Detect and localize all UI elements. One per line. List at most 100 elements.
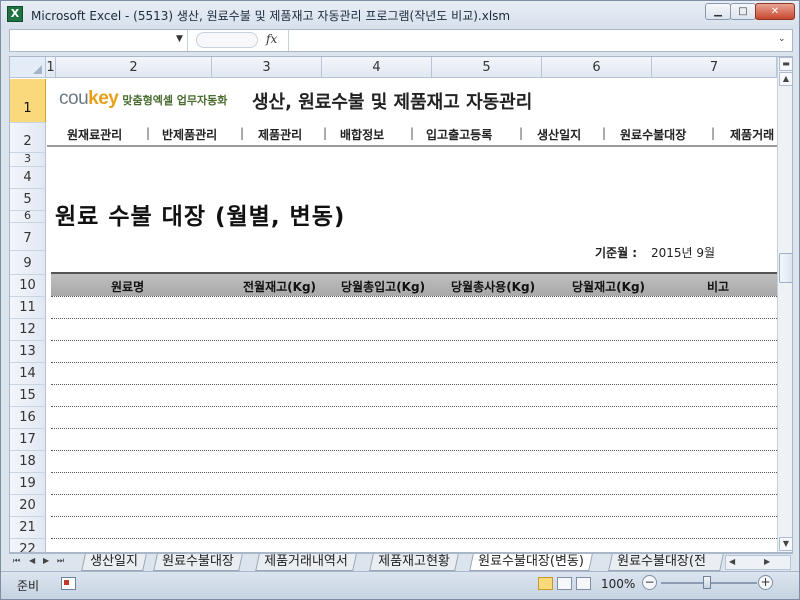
table-row[interactable] [51, 340, 777, 341]
nav-item-raw-materials[interactable]: 원재료관리 [67, 126, 122, 143]
ledger-table-header: 원료명 전월재고(Kg) 당월총입고(Kg) 당월총사용(Kg) 당월재고(Kg… [51, 272, 777, 296]
sheet-tab-material-ledger-prev[interactable]: 원료수불대장(전 [608, 554, 724, 571]
macro-record-icon[interactable] [61, 577, 76, 590]
base-month-value[interactable]: 2015년 9월 [651, 244, 715, 261]
table-row[interactable] [51, 494, 777, 495]
scroll-thumb[interactable] [779, 253, 792, 283]
row-header[interactable]: 18 [10, 451, 46, 473]
table-row[interactable] [51, 538, 777, 539]
select-all-corner[interactable] [10, 57, 46, 78]
worksheet-grid[interactable]: 1 2 3 4 5 6 7 1 2 3 4 5 6 7 9 10 11 12 1… [9, 56, 793, 553]
nav-item-in-out-register[interactable]: 입고출고등록 [426, 126, 492, 143]
normal-view-icon[interactable] [538, 577, 553, 590]
row-header[interactable]: 7 [10, 223, 46, 251]
zoom-in-button[interactable]: + [758, 575, 773, 590]
scroll-down-icon[interactable]: ▼ [779, 537, 792, 551]
minimize-button[interactable]: ▁ [705, 3, 731, 20]
nav-menu: 원재료관리 | 반제품관리 | 제품관리 | 배합정보 | 입고출고등록 | 생… [47, 123, 777, 147]
row-header[interactable]: 21 [10, 517, 46, 539]
nav-item-semi-products[interactable]: 반제품관리 [162, 126, 217, 143]
table-row[interactable] [51, 318, 777, 319]
zoom-level[interactable]: 100% [601, 577, 635, 591]
split-handle-icon[interactable]: ▬ [779, 57, 792, 71]
sheet-tab-product-stock[interactable]: 제품재고현황 [369, 554, 459, 571]
nav-item-product-trade[interactable]: 제품거래 [730, 126, 774, 143]
col-material-name: 원료명 [111, 280, 145, 294]
table-row[interactable] [51, 296, 777, 297]
row-header[interactable]: 14 [10, 363, 46, 385]
chevron-down-icon[interactable]: ▼ [176, 34, 183, 44]
row-header[interactable]: 1 [10, 79, 46, 123]
formula-bar: ▼ fx ⌄ [9, 29, 793, 52]
last-sheet-icon[interactable]: ⏭ [57, 556, 64, 566]
expand-formula-icon[interactable]: ⌄ [778, 34, 786, 44]
formula-controls [196, 32, 258, 48]
row-header[interactable]: 6 [10, 210, 46, 223]
brand-subtitle: 맞춤형엑셀 업무자동화 [122, 94, 228, 107]
row-header[interactable]: 3 [10, 153, 46, 167]
table-row[interactable] [51, 384, 777, 385]
column-header[interactable]: 4 [322, 57, 432, 78]
sheet-tab-material-ledger[interactable]: 원료수불대장 [153, 554, 243, 571]
nav-item-production-log[interactable]: 생산일지 [537, 126, 581, 143]
row-header[interactable]: 10 [10, 275, 46, 297]
sheet-content: coukey 맞춤형엑셀 업무자동화 생산, 원료수불 및 제품재고 자동관리 원… [47, 79, 777, 552]
table-row[interactable] [51, 472, 777, 473]
row-header[interactable]: 20 [10, 495, 46, 517]
table-row[interactable] [51, 428, 777, 429]
scroll-left-icon[interactable]: ◀ [729, 557, 735, 566]
table-row[interactable] [51, 362, 777, 363]
brand-logo: coukey 맞춤형엑셀 업무자동화 [59, 88, 227, 110]
column-header[interactable]: 7 [652, 57, 777, 78]
row-header[interactable]: 19 [10, 473, 46, 495]
row-header[interactable]: 16 [10, 407, 46, 429]
nav-separator: | [711, 126, 716, 140]
scroll-up-icon[interactable]: ▲ [779, 72, 792, 86]
sheet-tab-material-ledger-change[interactable]: 원료수불대장(변동) [469, 554, 593, 571]
column-header[interactable]: 2 [56, 57, 212, 78]
table-row[interactable] [51, 516, 777, 517]
column-header[interactable]: 1 [46, 57, 56, 78]
formula-input[interactable] [288, 30, 776, 51]
excel-icon[interactable]: X [7, 6, 23, 22]
column-header[interactable]: 5 [432, 57, 542, 78]
page-break-view-icon[interactable] [576, 577, 591, 590]
row-header[interactable]: 13 [10, 341, 46, 363]
row-header[interactable]: 11 [10, 297, 46, 319]
zoom-slider-thumb[interactable] [703, 576, 711, 589]
row-header[interactable]: 2 [10, 123, 46, 153]
row-header[interactable]: 9 [10, 251, 46, 275]
row-header[interactable]: 17 [10, 429, 46, 451]
table-row[interactable] [51, 406, 777, 407]
row-header[interactable]: 22 [10, 539, 46, 552]
maximize-button[interactable]: □ [730, 3, 756, 20]
nav-item-material-ledger[interactable]: 원료수불대장 [620, 126, 686, 143]
sheet-tab-production-log[interactable]: 생산일지 [81, 554, 147, 571]
insert-function-icon[interactable]: fx [266, 32, 277, 46]
col-month-stock: 당월재고(Kg) [572, 280, 646, 294]
nav-item-recipe-info[interactable]: 배합정보 [340, 126, 384, 143]
sheet-tab-product-trade[interactable]: 제품거래내역서 [255, 554, 357, 571]
vertical-scrollbar[interactable]: ▬ ▲ ▼ [777, 57, 792, 552]
program-title: 생산, 원료수불 및 제품재고 자동관리 [252, 92, 533, 113]
scroll-right-icon[interactable]: ▶ [764, 557, 770, 566]
row-header[interactable]: 4 [10, 167, 46, 189]
row-header[interactable]: 15 [10, 385, 46, 407]
name-box[interactable] [10, 30, 188, 51]
nav-separator: | [323, 126, 328, 140]
first-sheet-icon[interactable]: ⏮ [13, 556, 20, 566]
row-header[interactable]: 12 [10, 319, 46, 341]
prev-sheet-icon[interactable]: ◀ [29, 556, 35, 565]
column-header[interactable]: 6 [542, 57, 652, 78]
zoom-out-button[interactable]: − [642, 575, 657, 590]
column-header[interactable]: 3 [212, 57, 322, 78]
next-sheet-icon[interactable]: ▶ [43, 556, 49, 565]
horizontal-scrollbar[interactable]: ◀ ▶ [725, 555, 791, 570]
page-layout-view-icon[interactable] [557, 577, 572, 590]
table-row[interactable] [51, 450, 777, 451]
page-title: 원료 수불 대장 (월별, 변동) [55, 204, 346, 230]
close-button[interactable]: ✕ [755, 3, 795, 20]
row-header[interactable]: 5 [10, 189, 46, 211]
nav-item-products[interactable]: 제품관리 [258, 126, 302, 143]
nav-separator: | [410, 126, 415, 140]
